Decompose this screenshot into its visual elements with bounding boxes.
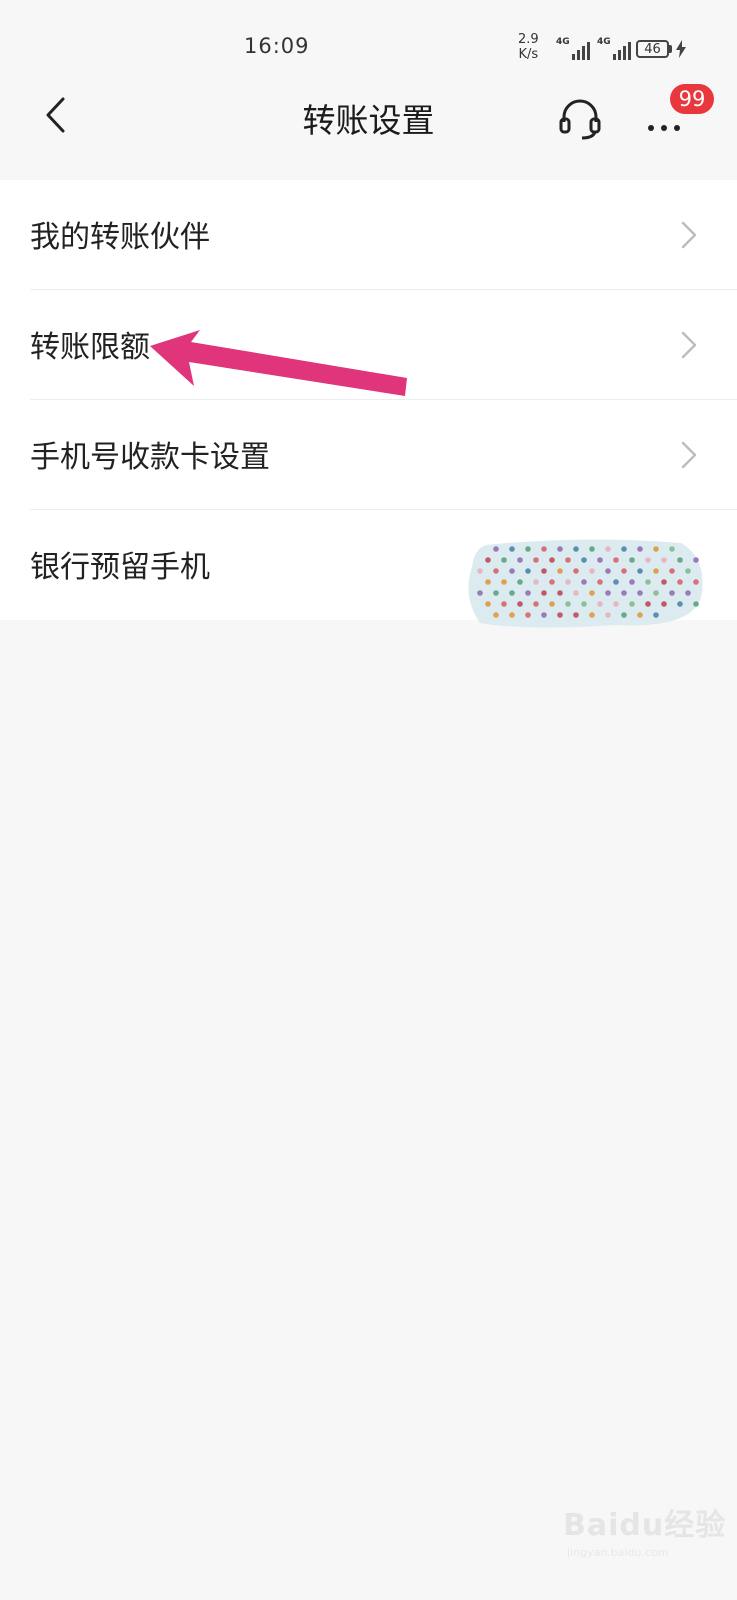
customer-service-button[interactable]: [555, 94, 605, 144]
sim1-network-label: 4G: [556, 37, 570, 47]
list-item-bank-reserved-phone[interactable]: 银行预留手机: [0, 510, 737, 620]
battery-level: 46: [644, 42, 661, 57]
list-item-label: 银行预留手机: [30, 550, 210, 585]
status-time: 16:09: [244, 34, 310, 58]
notification-badge: 99: [670, 84, 714, 114]
watermark-main: Baidu经验: [563, 1508, 727, 1543]
network-speed: 2.9 K/s: [518, 32, 539, 62]
sim2-network-label: 4G: [597, 37, 611, 47]
headset-icon: [559, 99, 601, 140]
list-item-label: 手机号收款卡设置: [30, 440, 270, 475]
baidu-watermark: Baidu经验 jingyan.baidu.com: [563, 1500, 726, 1559]
chevron-right-icon: [681, 221, 697, 249]
chevron-right-icon: [681, 331, 697, 359]
list-item-label: 转账限额: [30, 330, 150, 365]
settings-list: 我的转账伙伴 转账限额 手机号收款卡设置 银行预留手机: [0, 180, 737, 620]
sim1-signal-icon: 4G: [556, 38, 596, 62]
list-item-transfer-limit[interactable]: 转账限额: [0, 290, 737, 400]
network-speed-unit: K/s: [518, 47, 539, 62]
watermark-url: jingyan.baidu.com: [567, 1546, 669, 1559]
list-item-label: 我的转账伙伴: [30, 220, 210, 255]
network-speed-value: 2.9: [518, 32, 539, 47]
battery-icon: 46: [636, 40, 669, 58]
nav-header: 转账设置: [0, 80, 737, 180]
chevron-right-icon: [681, 441, 697, 469]
battery-tip: [669, 45, 672, 53]
status-bar: 16:09 2.9 K/s 4G 4G 46: [0, 0, 737, 80]
chevron-right-icon: [681, 551, 697, 579]
page-title: 转账设置: [302, 101, 435, 140]
sim2-signal-icon: 4G: [597, 38, 637, 62]
charging-icon: [676, 40, 686, 58]
list-item-phone-receiving-card[interactable]: 手机号收款卡设置: [0, 400, 737, 510]
list-item-transfer-partners[interactable]: 我的转账伙伴: [0, 180, 737, 290]
